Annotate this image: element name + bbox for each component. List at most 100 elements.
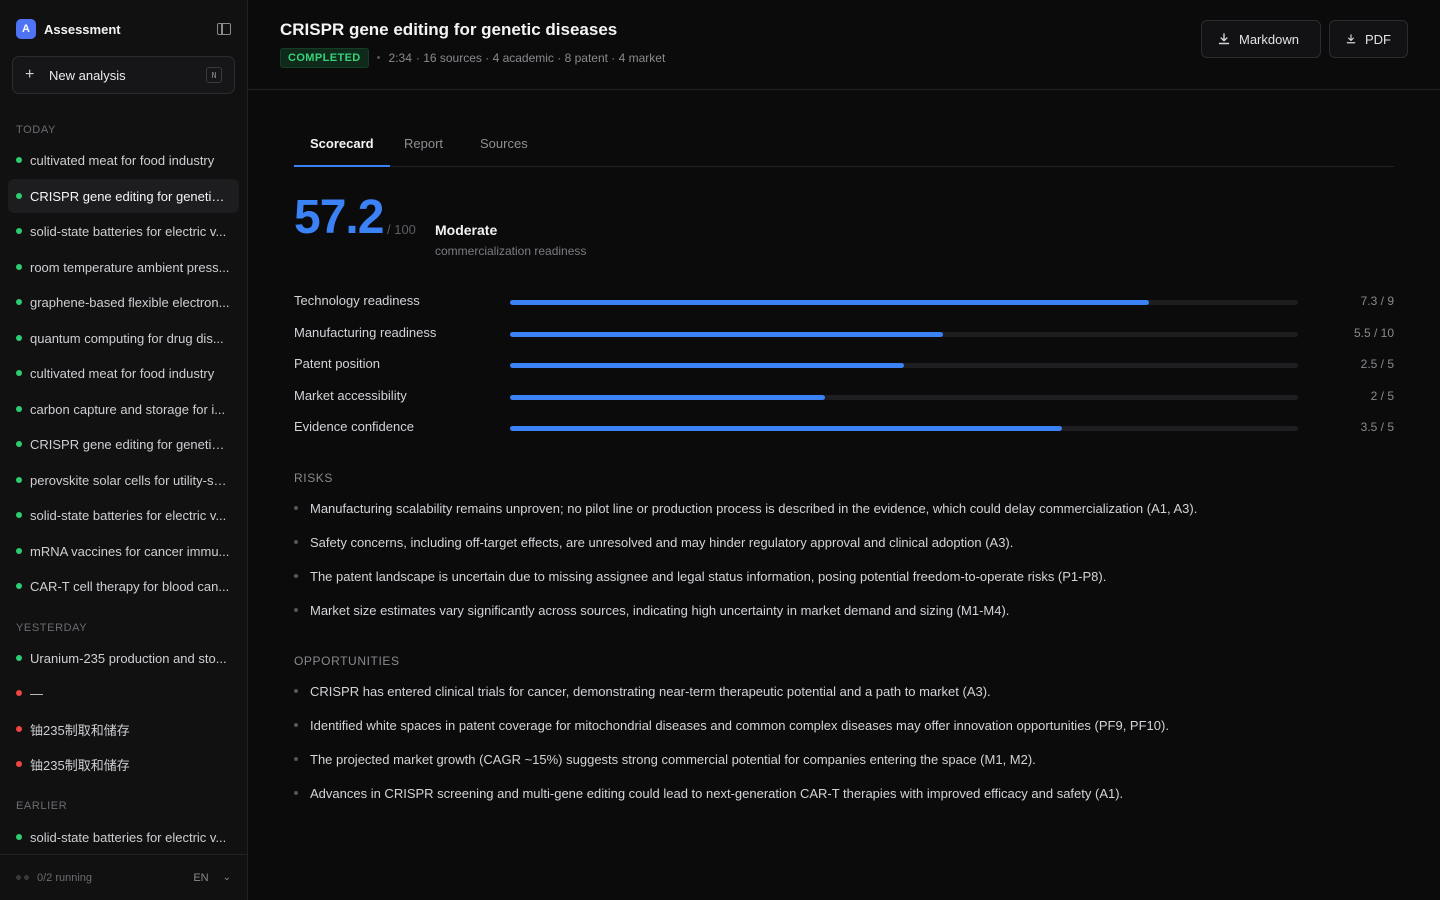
running-indicator-icon [16, 875, 29, 880]
history-item-label: quantum computing for drug dis... [30, 330, 224, 346]
sidebar-header: A Assessment [16, 18, 231, 40]
history-item[interactable]: CAR-T cell therapy for blood can... [8, 569, 239, 603]
status-dot [16, 690, 22, 696]
history-item[interactable]: cultivated meat for food industry [8, 143, 239, 177]
chevron-down-icon[interactable]: ⌄ [223, 872, 231, 883]
plus-icon: + [25, 66, 35, 83]
tab-report[interactable]: Report [388, 124, 459, 167]
metric-row: Technology readiness 7.3 / 9 [294, 293, 1394, 313]
metric-bar-fill [510, 363, 904, 368]
history-item-label: CRISPR gene editing for genetic ... [30, 188, 230, 204]
download-markdown-button[interactable]: Markdown [1201, 20, 1321, 58]
language-selector[interactable]: EN [193, 872, 208, 884]
status-dot [16, 264, 22, 270]
history-item[interactable]: carbon capture and storage for i... [8, 392, 239, 426]
sidebar: A Assessment + New analysis N TODAY cult… [0, 0, 248, 900]
history-item-label: room temperature ambient press... [30, 259, 230, 275]
tab-sources[interactable]: Sources [464, 124, 544, 167]
bullet-icon [294, 689, 298, 693]
history-item-label: 铀235制取和储存 [30, 722, 130, 738]
history-item[interactable]: perovskite solar cells for utility-sc... [8, 463, 239, 497]
opportunity-item: CRISPR has entered clinical trials for c… [294, 681, 1394, 701]
bullet-icon [294, 608, 298, 612]
history-item-active[interactable]: CRISPR gene editing for genetic ... [8, 179, 239, 213]
history-item[interactable]: CRISPR gene editing for genetic ... [8, 427, 239, 461]
page-header: CRISPR gene editing for genetic diseases… [248, 0, 1440, 90]
history-item-label: solid-state batteries for electric v... [30, 223, 227, 239]
app-title: Assessment [44, 21, 121, 37]
history-item[interactable]: solid-state batteries for electric v... [8, 214, 239, 248]
status-dot [16, 655, 22, 661]
metric-value: 5.5 / 10 [1353, 326, 1394, 340]
risk-text: The patent landscape is uncertain due to… [310, 568, 1107, 584]
history-item-label: CRISPR gene editing for genetic ... [30, 436, 230, 452]
risk-text: Market size estimates vary significantly… [310, 602, 1010, 618]
metric-label: Market accessibility [294, 388, 407, 403]
download-pdf-button[interactable]: PDF [1329, 20, 1408, 58]
history-item-label: solid-state batteries for electric v... [30, 507, 227, 523]
history-item[interactable]: room temperature ambient press... [8, 250, 239, 284]
history-item[interactable]: mRNA vaccines for cancer immu... [8, 534, 239, 568]
history-item[interactable]: — [8, 676, 239, 710]
metric-row: Market accessibility 2 / 5 [294, 388, 1394, 408]
pdf-label: PDF [1365, 31, 1391, 47]
new-analysis-button[interactable]: + New analysis N [12, 56, 235, 94]
history-item-label: 铀235制取和储存 [30, 757, 130, 773]
history-item[interactable]: solid-state batteries for electric v... [8, 820, 239, 854]
metric-bar-fill [510, 300, 1150, 305]
history-item[interactable]: cultivated meat for food industry [8, 356, 239, 390]
metric-bar-fill [510, 395, 826, 400]
risk-text: Manufacturing scalability remains unprov… [310, 500, 1198, 516]
risks-heading: RISKS [294, 471, 334, 485]
score-subtitle: commercialization readiness [435, 244, 587, 258]
history-item[interactable]: quantum computing for drug dis... [8, 321, 239, 355]
history-item-label: CAR-T cell therapy for blood can... [30, 578, 230, 594]
metric-bar-fill [510, 332, 944, 337]
status-dot [16, 834, 22, 840]
sidebar-footer: 0/2 running EN ⌄ [0, 854, 247, 900]
history-item[interactable]: Uranium-235 production and sto... [8, 641, 239, 675]
status-dot [16, 370, 22, 376]
risk-item: The patent landscape is uncertain due to… [294, 566, 1394, 586]
app-logo: A [16, 19, 36, 39]
status-dot [16, 441, 22, 447]
bullet-icon [294, 757, 298, 761]
bullet-icon [294, 574, 298, 578]
metric-row: Patent position 2.5 / 5 [294, 356, 1394, 376]
status-dot [16, 726, 22, 732]
status-dot [16, 157, 22, 163]
history-item[interactable]: 铀235制取和储存 [8, 712, 239, 746]
sidebar-toggle-icon[interactable] [217, 23, 231, 35]
page-title: CRISPR gene editing for genetic diseases [280, 20, 618, 39]
metric-row: Manufacturing readiness 5.5 / 10 [294, 325, 1394, 345]
history-item[interactable]: 铀235制取和储存 [8, 747, 239, 781]
status-dot [16, 228, 22, 234]
opportunity-text: The projected market growth (CAGR ~15%) … [310, 751, 1036, 767]
history-item-label: carbon capture and storage for i... [30, 401, 226, 417]
metric-bar [510, 332, 1298, 337]
history-item-label: graphene-based flexible electron... [30, 294, 230, 310]
metric-value: 2 / 5 [1370, 389, 1394, 403]
status-dot [16, 299, 22, 305]
history-item[interactable]: solid-state batteries for electric v... [8, 498, 239, 532]
opportunities-heading: OPPORTUNITIES [294, 654, 400, 668]
bullet-icon [294, 723, 298, 727]
metric-value: 7.3 / 9 [1360, 294, 1394, 308]
opportunity-item: Identified white spaces in patent covera… [294, 715, 1394, 735]
opportunity-text: CRISPR has entered clinical trials for c… [310, 683, 991, 699]
risk-item: Manufacturing scalability remains unprov… [294, 498, 1394, 518]
metric-bar [510, 426, 1298, 431]
main-content: CRISPR gene editing for genetic diseases… [248, 0, 1440, 900]
history-item-label: Uranium-235 production and sto... [30, 650, 227, 666]
tab-scorecard[interactable]: Scorecard [294, 124, 390, 167]
metric-bar [510, 300, 1298, 305]
metric-value: 3.5 / 5 [1360, 420, 1394, 434]
status-dot [16, 761, 22, 767]
status-dot [16, 193, 22, 199]
history-item[interactable]: graphene-based flexible electron... [8, 285, 239, 319]
section-label-today: TODAY [16, 124, 56, 136]
history-item-label: perovskite solar cells for utility-sc... [30, 472, 230, 488]
opportunity-item: The projected market growth (CAGR ~15%) … [294, 749, 1394, 769]
status-dot [16, 406, 22, 412]
tab-bar: Scorecard Report Sources [294, 124, 1394, 167]
